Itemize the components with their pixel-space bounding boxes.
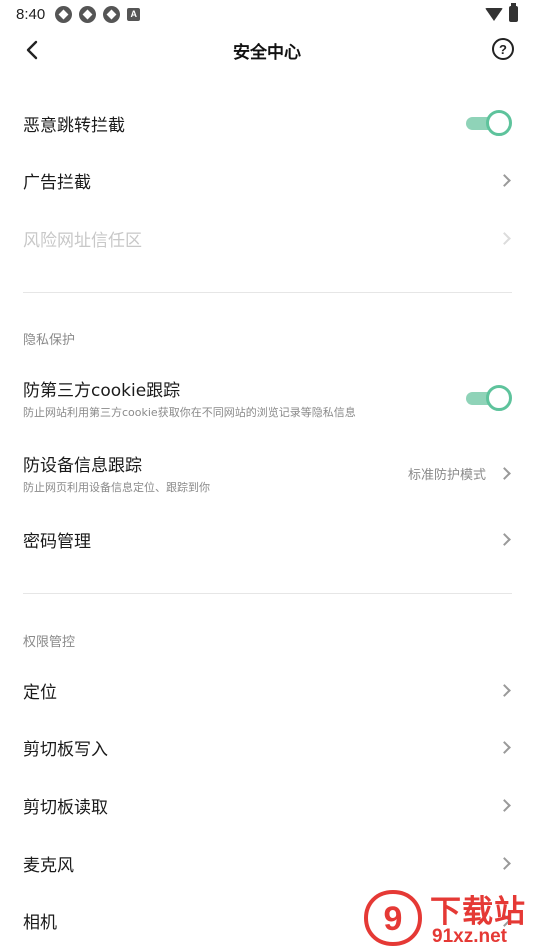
setting-label: 剪切板读取 bbox=[23, 797, 108, 818]
section-divider bbox=[23, 292, 512, 293]
watermark-url: 91xz.net bbox=[432, 926, 507, 947]
app-icon bbox=[55, 5, 73, 23]
chevron-right-icon bbox=[498, 173, 511, 187]
app-icon bbox=[79, 5, 97, 23]
a-icon: A bbox=[127, 7, 141, 21]
wifi-icon bbox=[485, 7, 503, 21]
watermark-logo-glyph: 9 bbox=[384, 900, 403, 938]
chevron-right-icon bbox=[498, 740, 511, 754]
setting-subtitle: 防止网页利用设备信息定位、跟踪到你 bbox=[23, 481, 210, 494]
setting-label: 密码管理 bbox=[23, 531, 91, 552]
setting-label: 风险网址信任区 bbox=[23, 230, 142, 251]
setting-label: 相机 bbox=[23, 912, 57, 933]
status-bar: 8:40 A bbox=[0, 0, 534, 28]
page-title: 安全中心 bbox=[233, 42, 301, 63]
section-divider bbox=[23, 593, 512, 594]
redirect-block-toggle[interactable] bbox=[466, 110, 512, 136]
help-button[interactable]: ? bbox=[492, 38, 514, 60]
system-icons bbox=[485, 3, 518, 22]
cookie-tracking-toggle[interactable] bbox=[466, 385, 512, 411]
setting-row-redirect-block[interactable]: 恶意跳转拦截 bbox=[0, 94, 534, 152]
chevron-right-icon bbox=[498, 532, 511, 546]
toggle-knob bbox=[486, 110, 512, 136]
section-header-privacy: 隐私保护 bbox=[23, 333, 76, 348]
question-mark-icon: ? bbox=[499, 41, 507, 57]
setting-row-third-party-cookie[interactable]: 防第三方cookie跟踪 防止网站利用第三方cookie获取你在不同网站的浏览记… bbox=[0, 367, 534, 429]
chevron-right-icon bbox=[498, 798, 511, 812]
setting-row-location[interactable]: 定位 bbox=[0, 661, 534, 719]
chevron-right-icon bbox=[498, 231, 511, 245]
setting-label: 定位 bbox=[23, 682, 57, 703]
status-time: 8:40 bbox=[16, 5, 46, 23]
watermark-logo-icon: 9 bbox=[363, 889, 423, 947]
section-header-permissions: 权限管控 bbox=[23, 635, 76, 650]
setting-label: 广告拦截 bbox=[23, 172, 91, 193]
setting-label: 防第三方cookie跟踪 bbox=[23, 381, 181, 401]
chevron-right-icon bbox=[498, 466, 511, 480]
setting-label: 防设备信息跟踪 bbox=[23, 456, 142, 476]
setting-label: 麦克风 bbox=[23, 855, 74, 876]
chevron-right-icon bbox=[498, 856, 511, 870]
setting-value: 标准防护模式 bbox=[407, 467, 486, 483]
setting-label: 恶意跳转拦截 bbox=[23, 115, 125, 136]
setting-row-trusted-sites: 风险网址信任区 bbox=[0, 209, 534, 267]
setting-label: 剪切板写入 bbox=[23, 739, 108, 760]
setting-row-password-manager[interactable]: 密码管理 bbox=[0, 510, 534, 568]
setting-row-device-tracking[interactable]: 防设备信息跟踪 防止网页利用设备信息定位、跟踪到你 标准防护模式 bbox=[0, 442, 534, 504]
setting-row-clipboard-read[interactable]: 剪切板读取 bbox=[0, 776, 534, 834]
back-arrow-icon bbox=[26, 40, 38, 60]
battery-icon bbox=[509, 3, 518, 22]
app-bar: 安全中心 ? bbox=[0, 28, 534, 72]
setting-row-ad-block[interactable]: 广告拦截 bbox=[0, 151, 534, 209]
toggle-knob bbox=[486, 385, 512, 411]
back-button[interactable] bbox=[18, 36, 46, 64]
chevron-right-icon bbox=[498, 683, 511, 697]
setting-row-clipboard-write[interactable]: 剪切板写入 bbox=[0, 718, 534, 776]
watermark-title: 下载站 bbox=[430, 894, 526, 930]
setting-subtitle: 防止网站利用第三方cookie获取你在不同网站的浏览记录等隐私信息 bbox=[23, 406, 356, 419]
app-icon bbox=[103, 5, 121, 23]
watermark: 9 下载站 91xz.net bbox=[362, 886, 534, 950]
notification-icons: A bbox=[55, 5, 141, 23]
setting-row-microphone[interactable]: 麦克风 bbox=[0, 834, 534, 892]
